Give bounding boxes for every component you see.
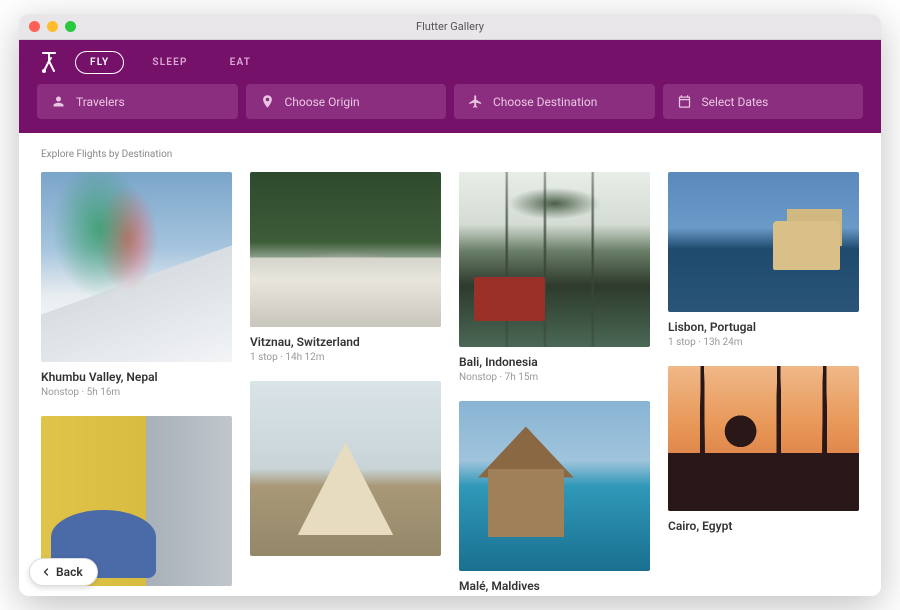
destination-card[interactable]: Bali, Indonesia Nonstop · 7h 15m: [459, 172, 650, 383]
destination-grid: Khumbu Valley, Nepal Nonstop · 5h 16m Vi…: [41, 172, 859, 596]
tab-fly[interactable]: FLY: [75, 51, 124, 74]
destination-title: Vitznau, Switzerland: [250, 335, 441, 349]
section-title: Explore Flights by Destination: [41, 149, 859, 160]
destination-image: [459, 172, 650, 347]
destination-title: Lisbon, Portugal: [668, 320, 859, 334]
destination-image: [668, 366, 859, 511]
window-minimize-button[interactable]: [47, 21, 58, 32]
app-header: FLY SLEEP EAT Travelers Choose Origin Ch…: [19, 40, 881, 133]
search-row: Travelers Choose Origin Choose Destinati…: [37, 84, 863, 119]
destination-image: [250, 381, 441, 556]
origin-field[interactable]: Choose Origin: [246, 84, 447, 119]
destination-card[interactable]: Lisbon, Portugal 1 stop · 13h 24m: [668, 172, 859, 348]
destination-title: Khumbu Valley, Nepal: [41, 370, 232, 384]
chevron-left-icon: [40, 566, 52, 578]
destination-sub: 1 stop · 13h 24m: [668, 337, 859, 348]
origin-label: Choose Origin: [285, 95, 360, 109]
dates-label: Select Dates: [702, 95, 769, 109]
destination-sub: Nonstop · 5h 16m: [41, 387, 232, 398]
destination-card[interactable]: Khumbu Valley, Nepal Nonstop · 5h 16m: [41, 172, 232, 398]
destination-image: [459, 401, 650, 571]
plane-icon: [468, 94, 483, 109]
window-maximize-button[interactable]: [65, 21, 76, 32]
destination-card[interactable]: Vitznau, Switzerland 1 stop · 14h 12m: [250, 172, 441, 363]
window-close-button[interactable]: [29, 21, 40, 32]
destination-title: Bali, Indonesia: [459, 355, 650, 369]
travelers-field[interactable]: Travelers: [37, 84, 238, 119]
destination-label: Choose Destination: [493, 95, 597, 109]
app-window: Flutter Gallery FLY SLEEP EAT Travelers …: [19, 14, 881, 596]
destination-card[interactable]: [250, 381, 441, 564]
destination-title: Malé, Maldives: [459, 579, 650, 593]
destination-sub: 1 stop · 14h 12m: [250, 352, 441, 363]
window-title: Flutter Gallery: [19, 20, 881, 33]
destination-field[interactable]: Choose Destination: [454, 84, 655, 119]
destination-sub: Nonstop · 7h 15m: [459, 372, 650, 383]
destination-image: [250, 172, 441, 327]
destination-card[interactable]: Malé, Maldives: [459, 401, 650, 596]
destination-image: [668, 172, 859, 312]
destination-card[interactable]: Cairo, Egypt: [668, 366, 859, 536]
content-area: Explore Flights by Destination Khumbu Va…: [19, 133, 881, 596]
destination-title: Cairo, Egypt: [668, 519, 859, 533]
crane-logo-icon: [37, 50, 61, 74]
tab-sleep[interactable]: SLEEP: [138, 52, 201, 73]
titlebar: Flutter Gallery: [19, 14, 881, 40]
traffic-lights: [29, 21, 76, 32]
calendar-icon: [677, 94, 692, 109]
destination-image: [41, 172, 232, 362]
tab-eat[interactable]: EAT: [216, 52, 265, 73]
nav-row: FLY SLEEP EAT: [37, 50, 863, 74]
dates-field[interactable]: Select Dates: [663, 84, 864, 119]
back-button[interactable]: Back: [29, 558, 98, 586]
travelers-label: Travelers: [76, 95, 125, 109]
location-icon: [260, 94, 275, 109]
person-icon: [51, 94, 66, 109]
back-label: Back: [56, 565, 83, 579]
